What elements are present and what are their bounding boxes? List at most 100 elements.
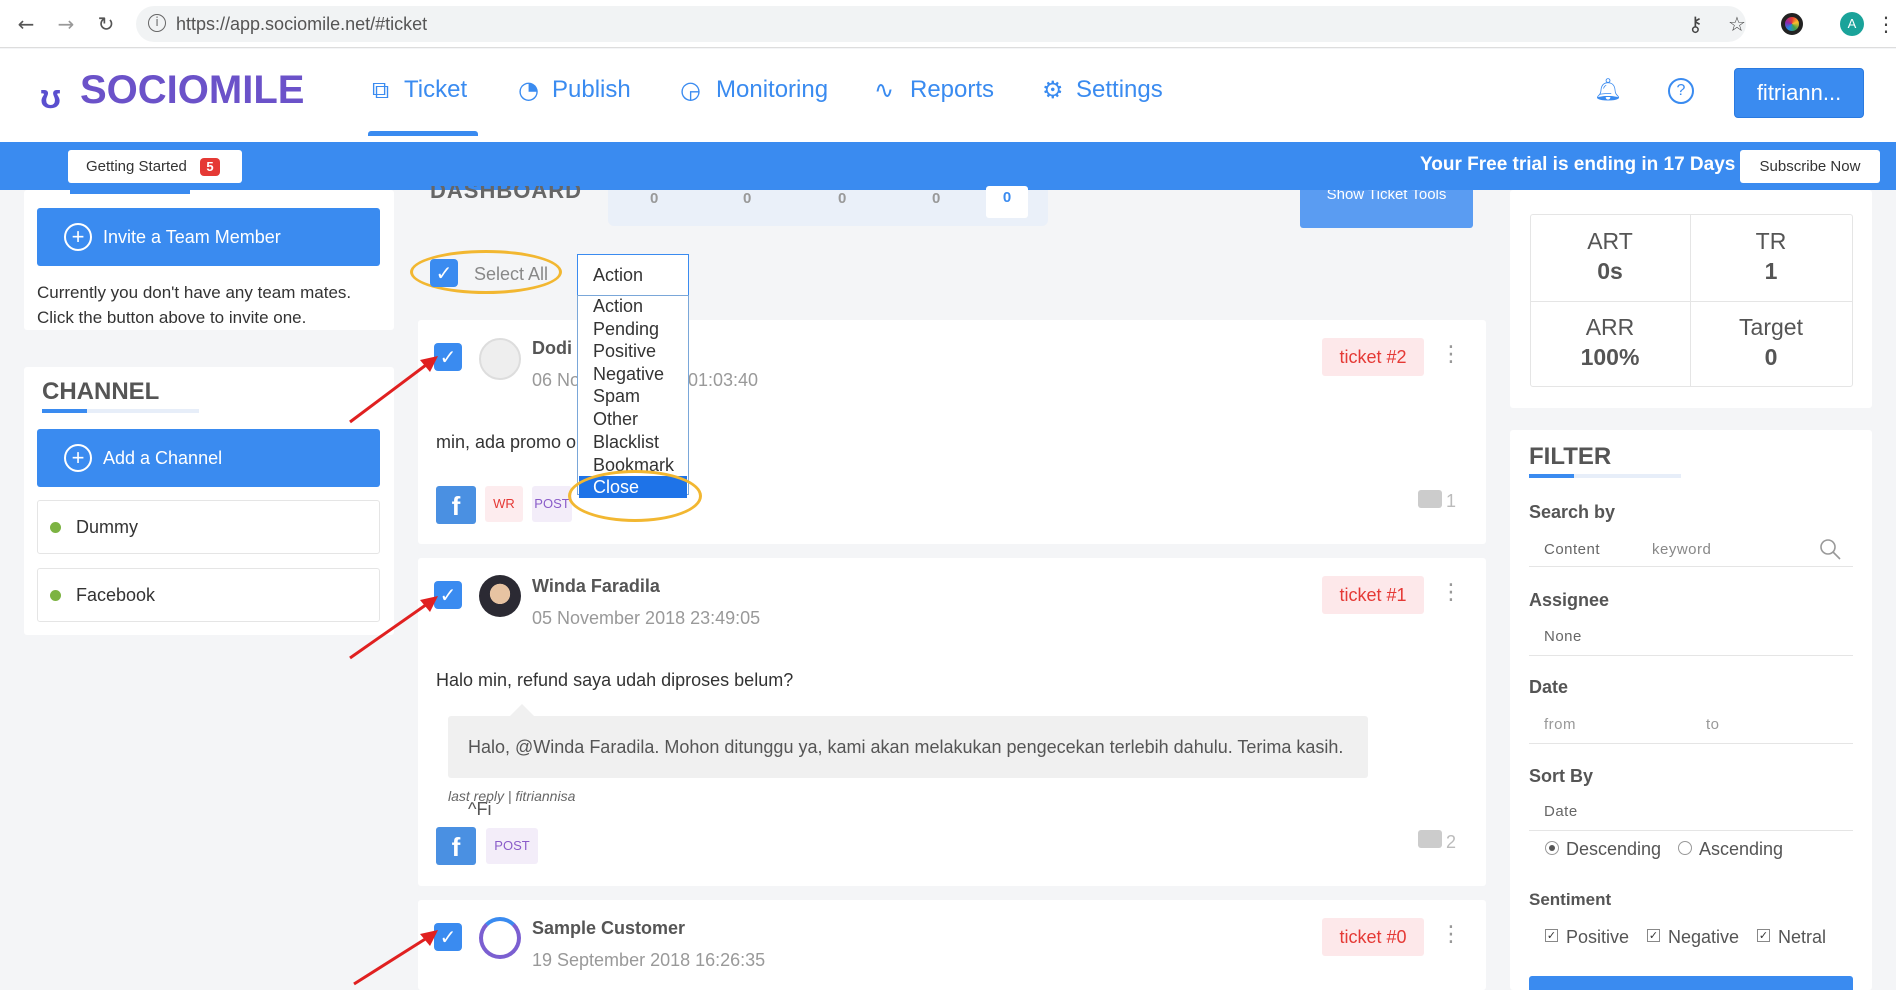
kpi-divider bbox=[1530, 301, 1853, 302]
team-note: Currently you don't have any team mates.… bbox=[37, 283, 352, 327]
forward-icon[interactable]: → bbox=[52, 10, 80, 38]
sentiment-negative-label[interactable]: Negative bbox=[1668, 927, 1739, 948]
stat-value-active[interactable]: 0 bbox=[986, 186, 1028, 218]
kpi-value: 0 bbox=[1764, 344, 1778, 370]
ticket-customer-name[interactable]: Dodi bbox=[532, 338, 572, 359]
sort-descending-radio[interactable] bbox=[1545, 841, 1559, 855]
sentiment-negative-checkbox[interactable]: ✓ bbox=[1647, 929, 1660, 942]
ticket-number-badge[interactable]: ticket #2 bbox=[1322, 338, 1424, 376]
comment-icon bbox=[1418, 490, 1442, 508]
getting-started-badge: 5 bbox=[200, 158, 220, 176]
avatar bbox=[479, 917, 521, 959]
help-icon[interactable]: ? bbox=[1668, 78, 1694, 104]
assignee-label: Assignee bbox=[1529, 590, 1610, 610]
extension-icon[interactable] bbox=[1781, 13, 1803, 35]
sort-ascending-label[interactable]: Ascending bbox=[1699, 839, 1783, 860]
ticket-checkbox[interactable]: ✓ bbox=[434, 581, 462, 609]
nav-monitoring[interactable]: Monitoring bbox=[716, 76, 828, 104]
nav-publish[interactable]: Publish bbox=[552, 76, 631, 104]
sentiment-netral-checkbox[interactable]: ✓ bbox=[1757, 929, 1770, 942]
stat-value: 0 bbox=[743, 190, 752, 207]
divider bbox=[1529, 743, 1853, 744]
trial-message: Your Free trial is ending in 17 Days bbox=[1420, 154, 1736, 175]
kpi-label: TR bbox=[1755, 228, 1787, 254]
logo[interactable]: SOCIOMILE bbox=[80, 68, 304, 113]
bell-icon[interactable]: 🔔︎ bbox=[1594, 78, 1622, 103]
user-menu-button[interactable]: fitriann... bbox=[1734, 68, 1864, 118]
logo-icon: ʊ bbox=[40, 78, 62, 116]
sentiment-positive-label[interactable]: Positive bbox=[1566, 927, 1629, 948]
channel-item-dummy[interactable]: Dummy bbox=[37, 500, 380, 554]
pulse-icon: ∿ bbox=[874, 76, 895, 104]
star-icon[interactable]: ☆ bbox=[1728, 12, 1746, 36]
keyword-input[interactable]: keyword bbox=[1652, 541, 1711, 558]
divider bbox=[1529, 655, 1853, 656]
option-other[interactable]: Other bbox=[593, 409, 638, 430]
tag-post: POST bbox=[486, 828, 538, 864]
plus-icon: + bbox=[64, 223, 92, 251]
nav-settings[interactable]: Settings bbox=[1076, 76, 1163, 104]
key-icon[interactable]: ⚷ bbox=[1688, 12, 1703, 36]
kpi-value: 0s bbox=[1597, 258, 1623, 284]
date-from-input[interactable]: from bbox=[1544, 716, 1576, 733]
ticket-number-badge[interactable]: ticket #1 bbox=[1322, 576, 1424, 614]
more-options-icon[interactable]: ⋮ bbox=[1440, 580, 1462, 605]
ticket-number-badge[interactable]: ticket #0 bbox=[1322, 918, 1424, 956]
ticket-customer-name[interactable]: Winda Faradila bbox=[532, 576, 660, 597]
option-action[interactable]: Action bbox=[593, 296, 643, 317]
ticket-message: Halo min, refund saya udah diproses belu… bbox=[436, 670, 794, 690]
ticket-checkbox[interactable]: ✓ bbox=[434, 923, 462, 951]
profile-avatar[interactable]: A bbox=[1840, 12, 1864, 36]
ticket-customer-name[interactable]: Sample Customer bbox=[532, 918, 685, 939]
reply-pointer bbox=[510, 704, 534, 716]
search-by-select[interactable]: Content bbox=[1544, 541, 1600, 558]
sort-ascending-radio[interactable] bbox=[1678, 841, 1692, 855]
channel-title: CHANNEL bbox=[42, 378, 160, 405]
divider bbox=[1529, 830, 1853, 831]
ticket-tools-label: Show Ticket Tools bbox=[1326, 190, 1447, 203]
info-icon[interactable]: i bbox=[148, 14, 166, 32]
sort-by-select[interactable]: Date bbox=[1544, 803, 1578, 820]
agent-reply: Halo, @Winda Faradila. Mohon ditunggu ya… bbox=[448, 716, 1368, 819]
show-ticket-tools-button[interactable]: Show Ticket Tools bbox=[1300, 190, 1473, 228]
menu-icon[interactable]: ⋮ bbox=[1876, 12, 1896, 36]
plus-icon: + bbox=[64, 444, 92, 472]
date-label: Date bbox=[1529, 677, 1569, 697]
ticket-checkbox[interactable]: ✓ bbox=[434, 343, 462, 371]
subscribe-button[interactable]: Subscribe Now bbox=[1740, 150, 1880, 183]
sort-descending-label[interactable]: Descending bbox=[1566, 839, 1661, 860]
option-bookmark[interactable]: Bookmark bbox=[593, 455, 674, 471]
invite-team-label: Invite a Team Member bbox=[103, 227, 281, 247]
channel-item-facebook[interactable]: Facebook bbox=[37, 568, 380, 622]
select-all-checkbox[interactable]: ✓ bbox=[430, 259, 458, 287]
tag-post: POST bbox=[532, 486, 572, 522]
sentiment-positive-checkbox[interactable]: ✓ bbox=[1545, 929, 1558, 942]
reload-icon[interactable]: ↻ bbox=[92, 10, 120, 38]
team-tab-indicator bbox=[70, 190, 190, 194]
date-to-input[interactable]: to bbox=[1706, 716, 1720, 733]
ticket-date: 19 September 2018 16:26:35 bbox=[532, 950, 766, 970]
facebook-icon: f bbox=[436, 827, 476, 865]
action-select[interactable]: Action bbox=[577, 254, 689, 296]
option-positive[interactable]: Positive bbox=[593, 341, 656, 362]
sentiment-netral-label[interactable]: Netral bbox=[1778, 927, 1826, 948]
select-all-label[interactable]: Select All bbox=[474, 264, 548, 285]
search-icon[interactable] bbox=[1818, 537, 1842, 561]
nav-ticket[interactable]: Ticket bbox=[404, 76, 467, 104]
option-blacklist[interactable]: Blacklist bbox=[593, 432, 659, 453]
url-text[interactable]: https://app.sociomile.net/#ticket bbox=[176, 14, 427, 35]
clock-icon: ◔ bbox=[518, 76, 539, 104]
option-spam[interactable]: Spam bbox=[593, 386, 640, 407]
ticket-icon: ⧉ bbox=[372, 76, 390, 104]
filter-apply-button[interactable] bbox=[1529, 976, 1853, 990]
more-options-icon[interactable]: ⋮ bbox=[1440, 922, 1462, 947]
back-icon[interactable]: ← bbox=[12, 10, 40, 38]
assignee-select[interactable]: None bbox=[1544, 628, 1582, 645]
status-dot-icon bbox=[50, 522, 61, 533]
channel-item-label: Facebook bbox=[76, 585, 156, 605]
nav-reports[interactable]: Reports bbox=[910, 76, 994, 104]
reply-count: 2 bbox=[1446, 832, 1457, 852]
option-negative[interactable]: Negative bbox=[593, 364, 664, 385]
option-pending[interactable]: Pending bbox=[593, 319, 659, 340]
more-options-icon[interactable]: ⋮ bbox=[1440, 342, 1462, 367]
